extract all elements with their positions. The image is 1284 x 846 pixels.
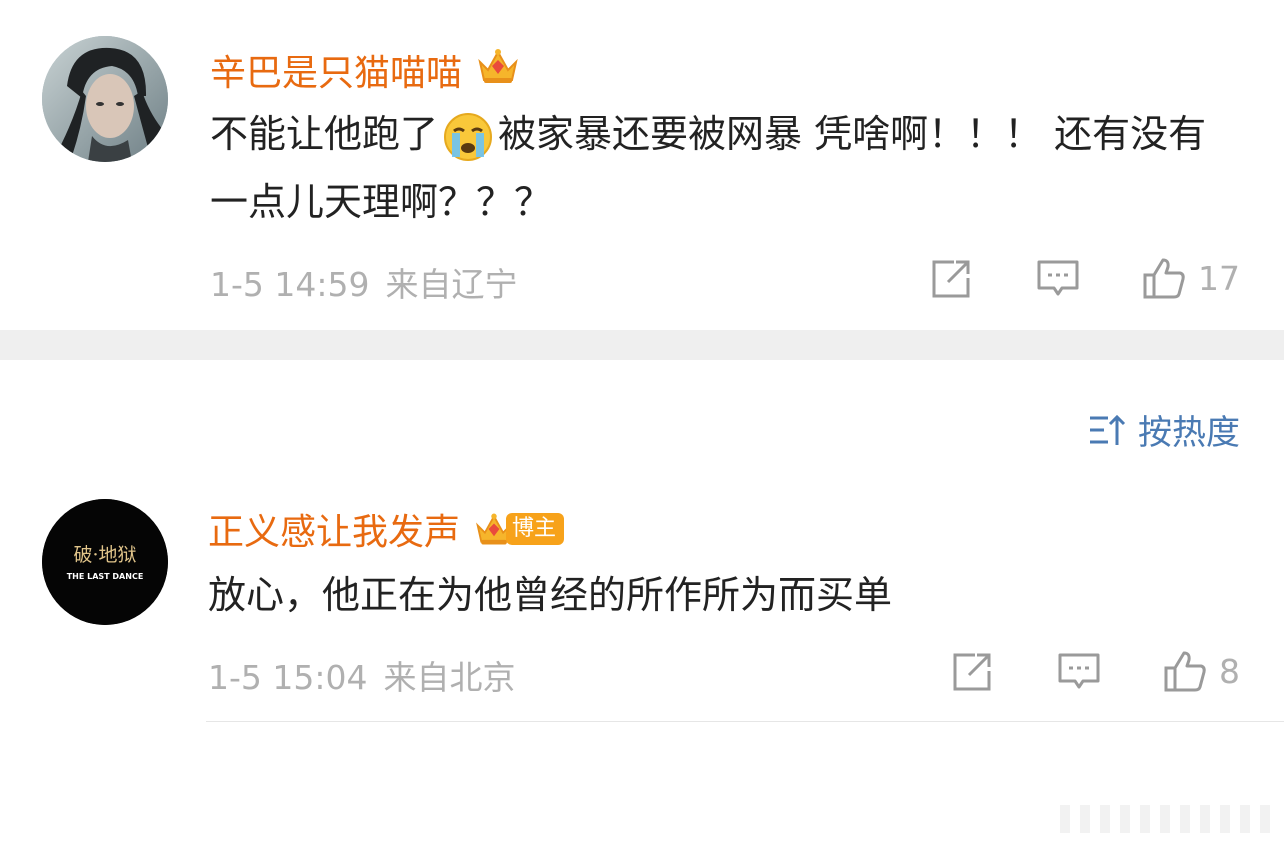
sort-toggle[interactable]: 按热度	[1088, 405, 1240, 454]
avatar[interactable]: 破·地狱 THE LAST DANCE	[42, 499, 168, 625]
comment-date: 1-5 14:59	[210, 265, 370, 304]
sort-icon	[1090, 414, 1126, 445]
share-icon[interactable]	[930, 256, 974, 300]
comment-item: 破·地狱 THE LAST DANCE 正义感让我发声 博主 放心，他正在为他曾…	[0, 485, 1284, 725]
comment-date: 1-5 15:04	[208, 658, 368, 697]
username[interactable]: 正义感让我发声 博主	[208, 503, 565, 555]
blogger-badge: 博主	[474, 510, 565, 548]
username-text[interactable]: 辛巴是只猫喵喵	[210, 44, 462, 96]
comment-location: 来自辽宁	[385, 265, 518, 304]
comment-meta: 1-5 14:59 来自辽宁	[210, 258, 518, 306]
vip-crown-icon	[476, 46, 520, 95]
section-divider	[0, 330, 1284, 360]
comment-location: 来自北京	[383, 658, 516, 697]
avatar-subtitle: THE LAST DANCE	[67, 572, 144, 581]
scroll-indicator	[1060, 805, 1270, 833]
like-count: 17	[1198, 258, 1240, 298]
comment-icon[interactable]	[1057, 649, 1101, 693]
username-text[interactable]: 正义感让我发声	[208, 503, 460, 555]
avatar-title: 破·地狱	[73, 544, 136, 566]
username[interactable]: 辛巴是只猫喵喵	[210, 44, 520, 96]
comment-meta: 1-5 15:04 来自北京	[208, 651, 516, 699]
comment-actions: 17	[930, 256, 1240, 300]
comment-item: 辛巴是只猫喵喵 不能让他跑了 被家暴还要被网暴 凭啥啊！！！ 还有没有一点儿天理…	[0, 0, 1284, 330]
comment-text: 放心，他正在为他曾经的所作所为而买单	[208, 573, 893, 617]
comment-icon[interactable]	[1036, 256, 1080, 300]
like-icon[interactable]	[1142, 256, 1186, 300]
avatar[interactable]	[42, 36, 168, 162]
like-icon[interactable]	[1163, 649, 1207, 693]
comment-separator	[206, 721, 1284, 722]
like-count: 8	[1219, 651, 1240, 691]
crying-face-icon	[442, 111, 494, 163]
comment-text: 不能让他跑了 被家暴还要被网暴 凭啥啊！！！ 还有没有一点儿天理啊？？？	[210, 100, 1220, 236]
badge-label: 博主	[506, 513, 565, 545]
comment-actions: 8	[951, 649, 1240, 693]
sort-label[interactable]: 按热度	[1138, 405, 1240, 454]
share-icon[interactable]	[951, 649, 995, 693]
comment-text-part: 不能让他跑了	[210, 112, 439, 156]
